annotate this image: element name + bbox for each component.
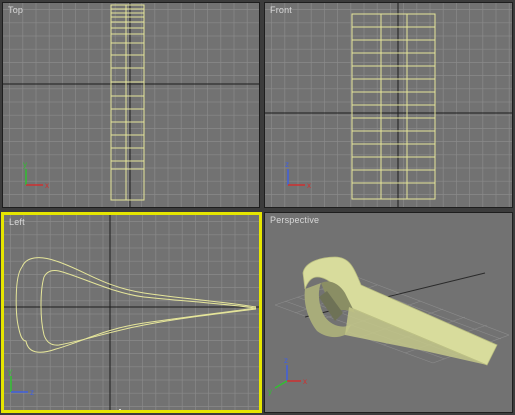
axis-label-x: x: [45, 181, 49, 190]
object-wireframe-top: [110, 4, 145, 201]
axis-label-y: y: [23, 160, 27, 169]
viewport-label-front[interactable]: Front: [270, 5, 292, 15]
timeline-tick: [119, 409, 121, 410]
object-shaded-perspective: [302, 256, 498, 366]
top-viewport-canvas: y x: [3, 3, 259, 207]
viewport-label-left[interactable]: Left: [9, 217, 25, 227]
axis-label-x: x: [303, 377, 307, 386]
object-profile-left: [15, 257, 257, 353]
object-wireframe-front: [351, 13, 436, 200]
front-viewport-canvas: z x: [265, 3, 512, 207]
axis-label-z: z: [284, 356, 288, 365]
axis-tripod-perspective: z x y: [268, 356, 307, 396]
axis-label-z: z: [285, 160, 289, 169]
axis-label-x: x: [307, 181, 311, 190]
axis-tripod-left: y z: [8, 367, 34, 397]
left-viewport-canvas: y z: [4, 215, 259, 410]
viewport-left[interactable]: Left y z: [1, 212, 262, 413]
viewport-front[interactable]: Front z x: [264, 2, 513, 208]
axis-label-z: z: [30, 388, 34, 397]
axis-label-y: y: [268, 387, 272, 396]
viewport-top[interactable]: Top y x: [2, 2, 260, 208]
viewport-label-top[interactable]: Top: [8, 5, 23, 15]
perspective-viewport-canvas: z x y: [268, 256, 510, 396]
axis-label-y: y: [8, 367, 12, 376]
viewport-perspective[interactable]: Perspective z x y: [264, 212, 513, 413]
viewport-label-perspective[interactable]: Perspective: [270, 215, 319, 225]
